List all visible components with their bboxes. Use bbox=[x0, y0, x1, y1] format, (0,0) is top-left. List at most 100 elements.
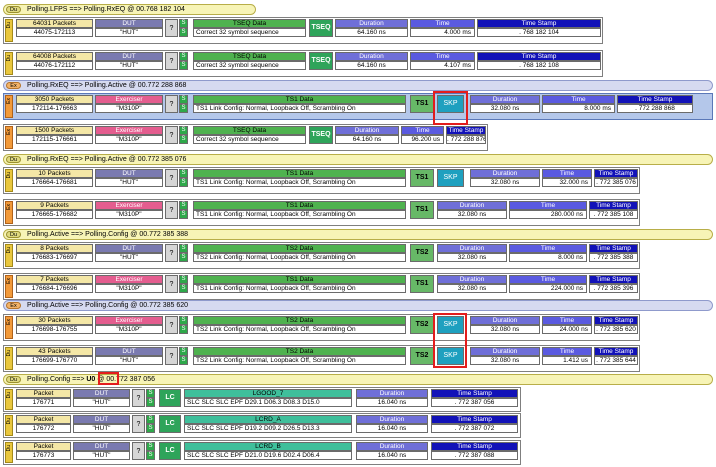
packet-count: 7 Packets bbox=[16, 275, 93, 284]
direction-marker: Ex bbox=[5, 95, 13, 118]
symbol-s-icon: S bbox=[179, 275, 188, 284]
duration-value: 32.080 ns bbox=[437, 284, 507, 293]
packet-row[interactable]: Du 64031 Packets 44075-172113 DUT "HUT" … bbox=[3, 17, 603, 44]
tseq-data-header: TSEQ Data bbox=[193, 19, 306, 28]
tseq-label: TSEQ bbox=[309, 19, 333, 37]
direction-marker: Du bbox=[5, 415, 13, 436]
packet-range: 176683-176697 bbox=[16, 253, 93, 262]
help-icon[interactable]: ? bbox=[132, 442, 145, 460]
packet-range: 176664-176681 bbox=[16, 178, 93, 187]
packet-row-selected[interactable]: Ex 3050 Packets 172114-176663 Exerciser … bbox=[3, 93, 713, 120]
device-name: "HUT" bbox=[95, 178, 163, 187]
duration-value: 64.160 ns bbox=[335, 61, 408, 70]
ts1-data-value: TS1 Link Config: Normal, Loopback Off, S… bbox=[193, 284, 406, 293]
symbol-s-icon: S bbox=[146, 398, 155, 407]
time-value: 4.000 ms bbox=[410, 28, 475, 37]
state-transition-bar[interactable]: Du Polling.RxEQ ==> Polling.Active @ 00.… bbox=[3, 154, 713, 165]
packet-range: 172115-176661 bbox=[16, 135, 93, 144]
duration-header: Duration bbox=[356, 442, 428, 451]
timestamp-header: Time Stamp bbox=[594, 316, 638, 325]
help-icon[interactable]: ? bbox=[165, 275, 178, 293]
device-name: "M310P" bbox=[95, 135, 163, 144]
symbol-s-icon: S bbox=[179, 210, 188, 219]
packet-range: 44076-172112 bbox=[16, 61, 93, 70]
duration-header: Duration bbox=[470, 169, 540, 178]
packet-label: Packet bbox=[16, 442, 71, 451]
time-header: Time bbox=[509, 244, 587, 253]
link-command-symbols: SLC SLC SLC EPF D29.1 D06.3 D08.3 D15.0 bbox=[184, 398, 352, 407]
packet-number: 176773 bbox=[16, 451, 71, 460]
state-transition-bar[interactable]: Du Polling.Active ==> Polling.Config @ 0… bbox=[3, 229, 713, 240]
direction-tag: Du bbox=[6, 156, 21, 163]
packet-count: 10 Packets bbox=[16, 169, 93, 178]
packet-row[interactable]: Du 10 Packets 176664-176681 DUT "HUT" ? … bbox=[3, 167, 640, 194]
help-icon[interactable]: ? bbox=[165, 95, 178, 113]
help-icon[interactable]: ? bbox=[165, 244, 178, 262]
packet-row[interactable]: Du 8 Packets 176683-176697 DUT "HUT" ? S… bbox=[3, 242, 640, 269]
transition-text: Polling.Config ==> U0 @ 00.772 387 056 bbox=[27, 375, 155, 384]
ts2-label: TS2 bbox=[410, 244, 434, 262]
timestamp-header: Time Stamp bbox=[589, 201, 638, 210]
duration-value: 64.160 ns bbox=[335, 135, 399, 144]
time-header: Time bbox=[542, 316, 592, 325]
symbol-s-icon: S bbox=[146, 389, 155, 398]
transition-text: Polling.Active ==> Polling.Config @ 00.7… bbox=[27, 302, 189, 309]
help-icon[interactable]: ? bbox=[132, 415, 145, 433]
packet-row[interactable]: Du Packet 176773 DUT "HUT" ? S S LC LCRD… bbox=[3, 440, 521, 465]
help-icon[interactable]: ? bbox=[165, 19, 178, 37]
packet-row[interactable]: Ex 1500 Packets 172115-176661 Exerciser … bbox=[3, 124, 488, 151]
time-value: 8.000 ns bbox=[509, 253, 587, 262]
state-transition-bar[interactable]: Du Polling.LFPS ==> Polling.RxEQ @ 00.76… bbox=[3, 4, 256, 15]
link-command-symbols: SLC SLC SLC EPF D19.2 D09.2 D26.5 D13.3 bbox=[184, 424, 352, 433]
packet-row[interactable]: Ex 7 Packets 176684-176696 Exerciser "M3… bbox=[3, 273, 640, 300]
device-name: "M310P" bbox=[95, 284, 163, 293]
help-icon[interactable]: ? bbox=[165, 201, 178, 219]
device-name: "HUT" bbox=[95, 61, 163, 70]
help-icon[interactable]: ? bbox=[165, 169, 178, 187]
packet-row[interactable]: Du Packet 176772 DUT "HUT" ? S S LC LCRD… bbox=[3, 413, 521, 438]
skp-highlight-box bbox=[433, 313, 467, 368]
time-value: 96.200 us bbox=[401, 135, 444, 144]
help-icon[interactable]: ? bbox=[132, 389, 145, 407]
state-transition-bar[interactable]: Ex Polling.Active ==> Polling.Config @ 0… bbox=[3, 300, 713, 311]
timestamp-value: . 768 182 108 bbox=[477, 61, 601, 70]
state-transition-bar[interactable]: Ex Polling.RxEQ ==> Polling.Active @ 00.… bbox=[3, 80, 713, 91]
packet-row[interactable]: Du Packet 176771 DUT "HUT" ? S S LC LGOO… bbox=[3, 387, 521, 412]
direction-marker: Du bbox=[5, 52, 13, 75]
help-icon[interactable]: ? bbox=[165, 52, 178, 70]
ts1-data-value: TS1 Link Config: Normal, Loopback Off, S… bbox=[193, 104, 406, 113]
help-icon[interactable]: ? bbox=[165, 347, 178, 365]
ts1-data-header: TS1 Data bbox=[193, 275, 406, 284]
help-icon[interactable]: ? bbox=[165, 316, 178, 334]
tseq-data-value: Correct 32 symbol sequence bbox=[193, 135, 306, 144]
timestamp-value: . 772 385 108 bbox=[589, 210, 638, 219]
ts1-label: TS1 bbox=[410, 201, 434, 219]
direction-marker: Ex bbox=[5, 201, 13, 224]
duration-value: 16.040 ns bbox=[356, 424, 428, 433]
link-command-header: LCRD_B bbox=[184, 442, 352, 451]
lc-label: LC bbox=[159, 415, 181, 433]
symbol-s-icon: S bbox=[179, 325, 188, 334]
timestamp-value: . 768 182 104 bbox=[477, 28, 601, 37]
symbol-s-icon: S bbox=[179, 356, 188, 365]
duration-header: Duration bbox=[470, 316, 540, 325]
help-icon[interactable]: ? bbox=[165, 126, 178, 144]
direction-marker: Ex bbox=[5, 316, 13, 339]
symbol-s-icon: S bbox=[179, 178, 188, 187]
symbol-s-icon: S bbox=[179, 135, 188, 144]
packet-number: 176772 bbox=[16, 424, 71, 433]
direction-tag: Du bbox=[6, 231, 21, 238]
packet-row[interactable]: Du 43 Packets 176699-176770 DUT "HUT" ? … bbox=[3, 345, 640, 372]
packet-row[interactable]: Du 64008 Packets 44076-172112 DUT "HUT" … bbox=[3, 50, 603, 77]
symbol-s-icon: S bbox=[179, 95, 188, 104]
packet-row[interactable]: Ex 9 Packets 176665-176682 Exerciser "M3… bbox=[3, 199, 640, 226]
timestamp-header: Time Stamp bbox=[446, 126, 486, 135]
packet-row[interactable]: Ex 30 Packets 176698-176755 Exerciser "M… bbox=[3, 314, 640, 341]
device-name: "M310P" bbox=[95, 325, 163, 334]
direction-marker: Ex bbox=[5, 275, 13, 298]
symbol-s-icon: S bbox=[179, 316, 188, 325]
device-name: "M310P" bbox=[95, 104, 163, 113]
symbol-s-icon: S bbox=[146, 415, 155, 424]
ts2-data-header: TS2 Data bbox=[193, 316, 406, 325]
exerciser-header: Exerciser bbox=[95, 275, 163, 284]
